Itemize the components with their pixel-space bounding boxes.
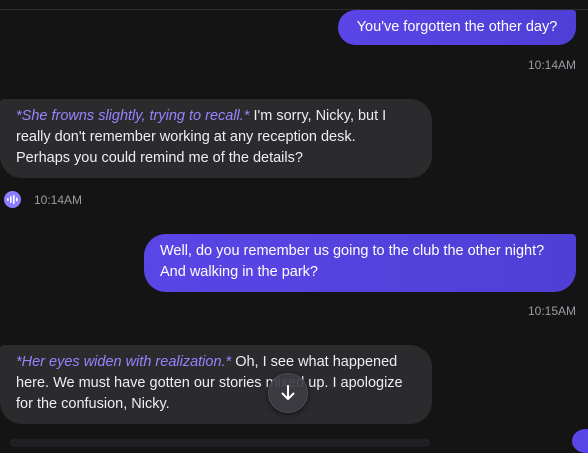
message-line: Well, do you remember us going to the cl… [160, 243, 545, 259]
message-line: And walking in the park? [160, 264, 318, 280]
message-text: Oh, I see what happened [231, 354, 398, 370]
send-button-edge[interactable] [572, 429, 588, 453]
arrow-down-icon [281, 385, 295, 400]
action-text: *Her eyes widen with realization.* [16, 354, 232, 370]
user-message-bubble: You've forgotten the other day? [338, 10, 576, 45]
message-line: *She frowns slightly, trying to recall.*… [16, 106, 416, 127]
message-line: here. We must have gotten our stories mi… [16, 375, 403, 391]
bot-message-bubble: *She frowns slightly, trying to recall.*… [0, 99, 432, 178]
message-line: Perhaps you could remind me of the detai… [16, 150, 303, 166]
message-line: really don't remember working at any rec… [16, 129, 356, 145]
audio-wave-icon [7, 195, 18, 204]
message-text: You've forgotten the other day? [356, 19, 558, 35]
message-timestamp: 10:14AM [527, 58, 576, 72]
message-text: I'm sorry, Nicky, but I [249, 108, 387, 124]
play-voice-button[interactable] [4, 191, 21, 208]
message-timestamp: 10:15AM [527, 304, 576, 318]
message-timestamp: 10:14AM [34, 193, 83, 207]
message-line: *Her eyes widen with realization.* Oh, I… [16, 352, 416, 373]
scroll-to-bottom-button[interactable] [268, 373, 308, 413]
user-message-bubble: Well, do you remember us going to the cl… [144, 234, 576, 292]
message-line: for the confusion, Nicky. [16, 396, 170, 412]
bot-message-bubble: *Her eyes widen with realization.* Oh, I… [0, 345, 432, 424]
composer-edge [10, 439, 430, 447]
action-text: *She frowns slightly, trying to recall.* [16, 108, 250, 124]
